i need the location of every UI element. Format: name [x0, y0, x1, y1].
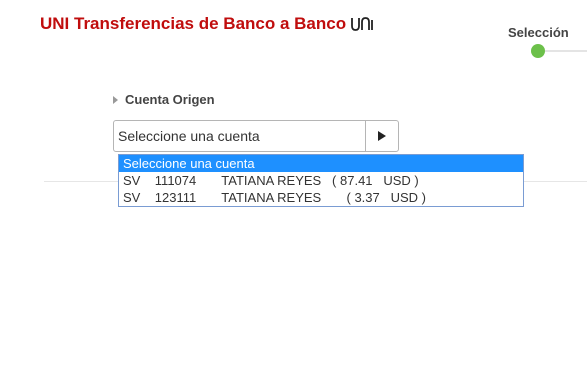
step-label-seleccion: Selección — [508, 25, 569, 40]
uni-logo-icon — [351, 17, 374, 31]
page-title-text: UNI Transferencias de Banco a Banco — [40, 14, 347, 33]
select-submit-button[interactable] — [365, 121, 398, 151]
origin-account-select-value[interactable]: Seleccione una cuenta — [114, 121, 365, 151]
page-title: UNI Transferencias de Banco a Banco — [40, 14, 374, 34]
caret-right-icon — [113, 95, 118, 104]
origin-account-dropdown[interactable]: Seleccione una cuenta SV 111074 TATIANA … — [118, 154, 524, 207]
origin-account-select[interactable]: Seleccione una cuenta — [113, 120, 399, 152]
step-connector-line — [545, 50, 587, 52]
origin-account-label-text: Cuenta Origen — [125, 92, 215, 107]
dropdown-option-placeholder[interactable]: Seleccione una cuenta — [119, 155, 523, 172]
step-indicator-dot — [531, 44, 545, 58]
play-icon — [378, 131, 386, 141]
dropdown-option-account-123111[interactable]: SV 123111 TATIANA REYES ( 3.37 USD ) — [119, 189, 523, 206]
dropdown-option-account-111074[interactable]: SV 111074 TATIANA REYES ( 87.41 USD ) — [119, 172, 523, 189]
origin-account-label: Cuenta Origen — [113, 92, 215, 107]
